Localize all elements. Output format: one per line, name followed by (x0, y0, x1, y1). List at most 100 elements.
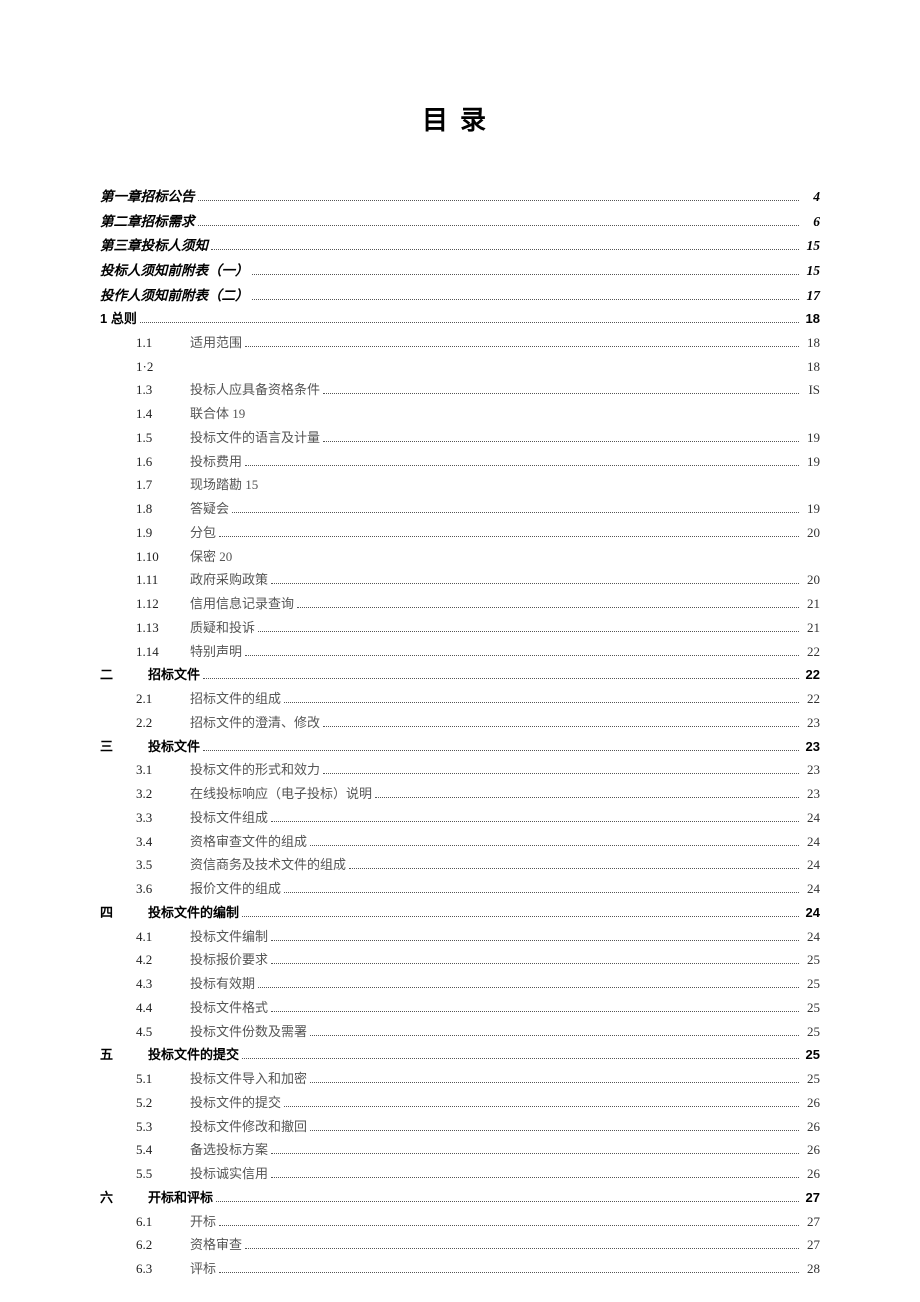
toc-dots (198, 218, 800, 226)
toc-dots (219, 1218, 799, 1226)
toc-entry-page: 25 (802, 1021, 820, 1044)
toc-dots (203, 743, 799, 751)
toc-entry: 投作人须知前附表（二）17 (100, 284, 820, 308)
toc-entry-number: 1.7 (136, 474, 190, 497)
toc-entry-label: 开标和评标 (148, 1187, 213, 1210)
toc-dots (323, 434, 799, 442)
toc-entry: 5.4备选投标方案 26 (100, 1139, 820, 1162)
toc-entry-number: 1.3 (136, 379, 190, 402)
toc-entry: 第三章投标人须知15 (100, 234, 820, 258)
toc-entry-page: 21 (802, 593, 820, 616)
toc-dots (349, 862, 799, 870)
toc-dots (323, 719, 799, 727)
toc-entry-page: 6 (802, 210, 820, 234)
toc-dots (284, 1099, 799, 1107)
toc-dots (219, 529, 799, 537)
toc-dots (216, 1194, 799, 1202)
toc-entry-number: 1.13 (136, 617, 190, 640)
toc-entry-number: 1.10 (136, 546, 190, 569)
toc-entry-label: 投标文件份数及需署 (190, 1021, 307, 1044)
toc-dots (252, 291, 800, 299)
toc-entry-number: 6.3 (136, 1258, 190, 1281)
toc-entry-number: 3.5 (136, 854, 190, 877)
toc-dots (284, 885, 799, 893)
toc-entry-label: 保密 20 (190, 546, 232, 569)
toc-entry-number: 4.4 (136, 997, 190, 1020)
toc-dots (258, 980, 799, 988)
toc-dots (245, 458, 799, 466)
toc-entry: 4.3投标有效期25 (100, 973, 820, 996)
toc-entry-page: 15 (802, 259, 820, 283)
toc-entry-label: 分包 (190, 522, 216, 545)
toc-dots (211, 242, 799, 250)
toc-entry-page: 26 (802, 1116, 820, 1139)
toc-entry-number: 二 (100, 664, 148, 687)
toc-entry-label: 现场踏勘 15 (190, 474, 258, 497)
toc-entry: 6.3评标28 (100, 1258, 820, 1281)
toc-entry-number: 6.1 (136, 1211, 190, 1234)
toc-entry: 3.3投标文件组成24 (100, 807, 820, 830)
toc-entry-label: 投标文件组成 (190, 807, 268, 830)
toc-entry-label: 第三章投标人须知 (100, 234, 208, 258)
toc-dots (310, 838, 799, 846)
toc-dots (375, 790, 799, 798)
toc-dots (245, 648, 799, 656)
toc-dots (310, 1075, 799, 1083)
toc-entry-page: 25 (802, 949, 820, 972)
toc-entry-label: 投标文件编制 (190, 926, 268, 949)
toc-entry-label: 投标人应具备资格条件 (190, 379, 320, 402)
toc-entry: 5.3投标文件修改和撤回26 (100, 1116, 820, 1139)
toc-entry-label: 备选投标方案 (190, 1139, 268, 1162)
toc-entry: 1.8答疑会19 (100, 498, 820, 521)
toc-entry: 1.12信用信息记录查询21 (100, 593, 820, 616)
toc-entry-page: 27 (802, 1187, 820, 1210)
toc-entry-page: 17 (802, 284, 820, 308)
toc-entry-number: 6.2 (136, 1234, 190, 1257)
page-title: 目录 (100, 100, 820, 137)
toc-entry-page: 24 (802, 926, 820, 949)
toc-dots (271, 933, 799, 941)
toc-entry: 3.6报价文件的组成24 (100, 878, 820, 901)
toc-entry-label: 答疑会 (190, 498, 229, 521)
toc-entry-number: 2.2 (136, 712, 190, 735)
toc-entry: 3.2在线投标响应（电子投标）说明23 (100, 783, 820, 806)
toc-entry-label: 投标文件修改和撤回 (190, 1116, 307, 1139)
toc-entry-page: 22 (802, 641, 820, 664)
toc-entry-label: 信用信息记录查询 (190, 593, 294, 616)
toc-entry-number: 3.6 (136, 878, 190, 901)
toc-dots (242, 1052, 799, 1060)
toc-dots (271, 1147, 799, 1155)
toc-entry-label: 资格审查文件的组成 (190, 831, 307, 854)
toc-entry-page: 23 (802, 736, 820, 759)
toc-entry: 1.14特别声明22 (100, 641, 820, 664)
toc-entry-number: 六 (100, 1187, 148, 1210)
toc-entry-number: 1.9 (136, 522, 190, 545)
toc-entry-number: 5.4 (136, 1139, 190, 1162)
toc-entry-label: 投标有效期 (190, 973, 255, 996)
toc-entry-page: 23 (802, 783, 820, 806)
toc-entry: 1.4联合体 19 (100, 403, 820, 426)
toc-entry-page: 24 (802, 902, 820, 925)
toc-entry-label: 特别声明 (190, 641, 242, 664)
toc-entry-label: 第二章招标需求 (100, 210, 195, 234)
toc-entry-label: 投标文件的提交 (190, 1092, 281, 1115)
toc-entry: 3.1投标文件的形式和效力23 (100, 759, 820, 782)
toc-entry: 1.1适用范围18 (100, 332, 820, 355)
toc-dots (323, 767, 799, 775)
toc-entry-label: 在线投标响应（电子投标）说明 (190, 783, 372, 806)
toc-dots (198, 193, 800, 201)
toc-dots (271, 577, 799, 585)
toc-entry-label: 评标 (190, 1258, 216, 1281)
toc-entry-label: 投标文件导入和加密 (190, 1068, 307, 1091)
toc-entry: 5.5投标诚实信用26 (100, 1163, 820, 1186)
toc-entry: 1.3投标人应具备资格条件IS (100, 379, 820, 402)
toc-entry-page: 21 (802, 617, 820, 640)
toc-entry-label: 适用范围 (190, 332, 242, 355)
toc-entry-page: 18 (802, 308, 820, 331)
toc-entry-page: 22 (802, 664, 820, 687)
toc-entry-page: 26 (802, 1139, 820, 1162)
toc-entry-page: 27 (802, 1211, 820, 1234)
toc-entry: 2.2招标文件的澄清、修改23 (100, 712, 820, 735)
toc-entry-page: 22 (802, 688, 820, 711)
toc-entry-page: 20 (802, 569, 820, 592)
